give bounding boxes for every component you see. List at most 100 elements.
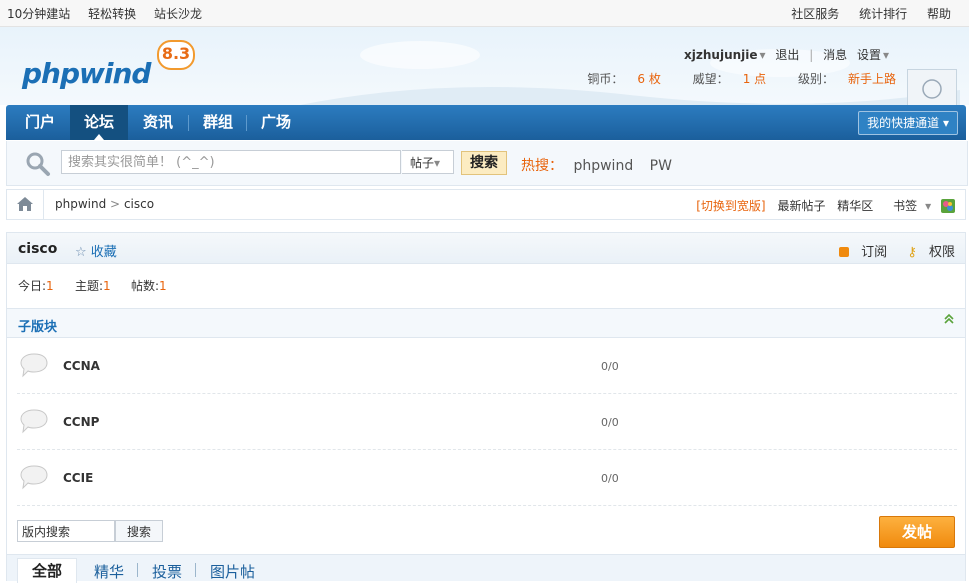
level-stat: 级别： 新手上路 [784, 72, 896, 86]
subforum-name-link[interactable]: CCIE [63, 471, 93, 485]
speech-bubble-icon [20, 353, 48, 378]
topics-label: 主题: [75, 279, 104, 293]
subscribe-label: 订阅 [861, 245, 888, 260]
bookmark-label: 书签 [893, 199, 918, 213]
subforum-row[interactable]: CCIE 0/0 [17, 450, 957, 506]
user-links: xjzhujunjie ▾ 退出 | 消息 设置 ▾ [678, 46, 889, 63]
coin-label: 铜币： [587, 72, 624, 86]
posts-stat: 帖数:1 [131, 277, 167, 294]
hot-search: 热搜： phpwind PW [521, 155, 684, 175]
switch-wide-layout-link[interactable]: [切换到宽版] [696, 199, 765, 213]
subforum-count: 0/0 [601, 416, 619, 429]
coin-value: 6 枚 [637, 72, 661, 86]
forum-search-button[interactable]: 搜索 [115, 520, 163, 542]
bookmark-menu[interactable]: 书签 ▾ [885, 199, 931, 213]
tab-image-posts[interactable]: 图片帖 [210, 561, 255, 582]
hot-keyword-link[interactable]: phpwind [573, 158, 633, 174]
home-icon [17, 197, 33, 211]
search-type-select[interactable]: 帖子▾ [402, 150, 454, 174]
breadcrumb-actions: [切换到宽版] 最新帖子 精华区 书签 ▾ [688, 197, 955, 214]
forum-title: cisco [18, 241, 58, 257]
forum-header: cisco ☆ 收藏 订阅 ⚷ 权限 [6, 232, 966, 264]
search-type-value: 帖子 [410, 156, 435, 170]
logout-link[interactable]: 退出 [775, 48, 799, 62]
header: phpwind 8.3 xjzhujunjie ▾ 退出 | 消息 设置 ▾ 铜币：… [0, 27, 969, 119]
settings-link[interactable]: 设置 [857, 48, 881, 62]
search-bar: 搜索其实很简单！ (^_^) 帖子▾ 搜索 热搜： phpwind PW [6, 141, 968, 186]
top-link-build-site[interactable]: 10分钟建站 [7, 7, 70, 21]
reputation-label: 威望： [692, 72, 729, 86]
today-value: 1 [46, 279, 54, 293]
star-icon: ☆ [75, 245, 87, 260]
top-link-stats-ranking[interactable]: 统计排行 [859, 7, 907, 21]
main-nav: 门户 论坛 资讯 群组 广场 我的快捷通道 ▾ [6, 105, 966, 140]
top-bar: 10分钟建站 轻松转换 站长沙龙 社区服务 统计排行 帮助 [0, 0, 969, 27]
messages-link[interactable]: 消息 [823, 48, 847, 62]
tab-digest[interactable]: 精华 [94, 561, 124, 582]
tab-poll[interactable]: 投票 [152, 561, 182, 582]
subforum-name-link[interactable]: CCNA [63, 359, 100, 373]
newest-posts-link[interactable]: 最新帖子 [777, 199, 825, 213]
username-link[interactable]: xjzhujunjie [684, 48, 758, 62]
nav-tab-groups[interactable]: 群组 [189, 105, 247, 140]
top-links-right: 社区服务 统计排行 帮助 [775, 5, 951, 22]
subforum-list: CCNA 0/0 CCNP 0/0 CCIE 0/0 [6, 338, 966, 508]
subforum-header: 子版块 [6, 308, 966, 338]
collapse-icon[interactable] [943, 313, 955, 329]
subforum-title: 子版块 [18, 320, 58, 335]
home-button[interactable] [7, 190, 44, 219]
forum-toolbar: 版内搜索 搜索 发帖 [6, 508, 966, 554]
search-button[interactable]: 搜索 [461, 151, 507, 175]
hot-keyword-link[interactable]: PW [650, 158, 672, 174]
top-link-convert[interactable]: 轻松转换 [88, 7, 136, 21]
subforum-count: 0/0 [601, 360, 619, 373]
favorite-label: 收藏 [90, 245, 117, 260]
posts-value: 1 [159, 279, 167, 293]
forum-search-input[interactable]: 版内搜索 [17, 520, 115, 542]
level-label: 级别： [797, 72, 834, 86]
top-link-community-service[interactable]: 社区服务 [791, 7, 839, 21]
user-stats: 铜币： 6 枚 威望： 1 点 级别： 新手上路 [559, 70, 896, 87]
chevron-down-icon: ▾ [434, 156, 441, 170]
forum-stats: 今日:1 主题:1 帖数:1 [6, 264, 966, 308]
chevron-down-icon: ▾ [925, 199, 932, 213]
subscribe-button[interactable]: 订阅 [831, 245, 887, 260]
nav-tab-portal[interactable]: 门户 [10, 105, 70, 140]
digest-area-link[interactable]: 精华区 [837, 199, 873, 213]
breadcrumb-separator: > [110, 197, 121, 211]
permission-button[interactable]: ⚷ 权限 [899, 245, 955, 260]
reputation-value: 1 点 [742, 72, 767, 86]
tab-all[interactable]: 全部 [17, 558, 78, 583]
nav-tab-news[interactable]: 资讯 [128, 105, 188, 140]
coin-stat: 铜币： 6 枚 [573, 72, 660, 86]
chevron-down-icon[interactable]: ▾ [760, 48, 766, 62]
tab-separator [137, 563, 138, 577]
new-post-button[interactable]: 发帖 [879, 516, 955, 548]
quick-access-button[interactable]: 我的快捷通道 ▾ [858, 111, 958, 135]
speech-bubble-icon [20, 409, 48, 434]
top-link-help[interactable]: 帮助 [927, 7, 951, 21]
color-palette-icon[interactable] [941, 199, 955, 213]
divider: | [809, 48, 814, 62]
chevron-down-icon[interactable]: ▾ [883, 48, 889, 62]
search-icon [26, 152, 50, 176]
rss-icon [839, 247, 850, 257]
breadcrumb-current[interactable]: cisco [124, 197, 154, 211]
thread-tabs: 全部 精华 投票 图片帖 [6, 554, 966, 583]
chevron-down-icon: ▾ [942, 116, 949, 130]
search-input[interactable]: 搜索其实很简单！ (^_^) [61, 150, 401, 174]
level-value: 新手上路 [847, 72, 896, 86]
top-link-salon[interactable]: 站长沙龙 [154, 7, 202, 21]
quick-access-label: 我的快捷通道 [867, 116, 940, 130]
subforum-row[interactable]: CCNP 0/0 [17, 394, 957, 450]
key-icon: ⚷ [907, 245, 917, 260]
favorite-button[interactable]: ☆ 收藏 [75, 241, 117, 260]
top-links-left: 10分钟建站 轻松转换 站长沙龙 [7, 5, 216, 22]
subforum-name-link[interactable]: CCNP [63, 415, 99, 429]
subforum-row[interactable]: CCNA 0/0 [17, 338, 957, 394]
nav-tab-square[interactable]: 广场 [247, 105, 305, 140]
breadcrumb-root-link[interactable]: phpwind [55, 197, 106, 211]
topics-value: 1 [103, 279, 111, 293]
reputation-stat: 威望： 1 点 [679, 72, 766, 86]
site-logo[interactable]: phpwind [22, 57, 151, 90]
